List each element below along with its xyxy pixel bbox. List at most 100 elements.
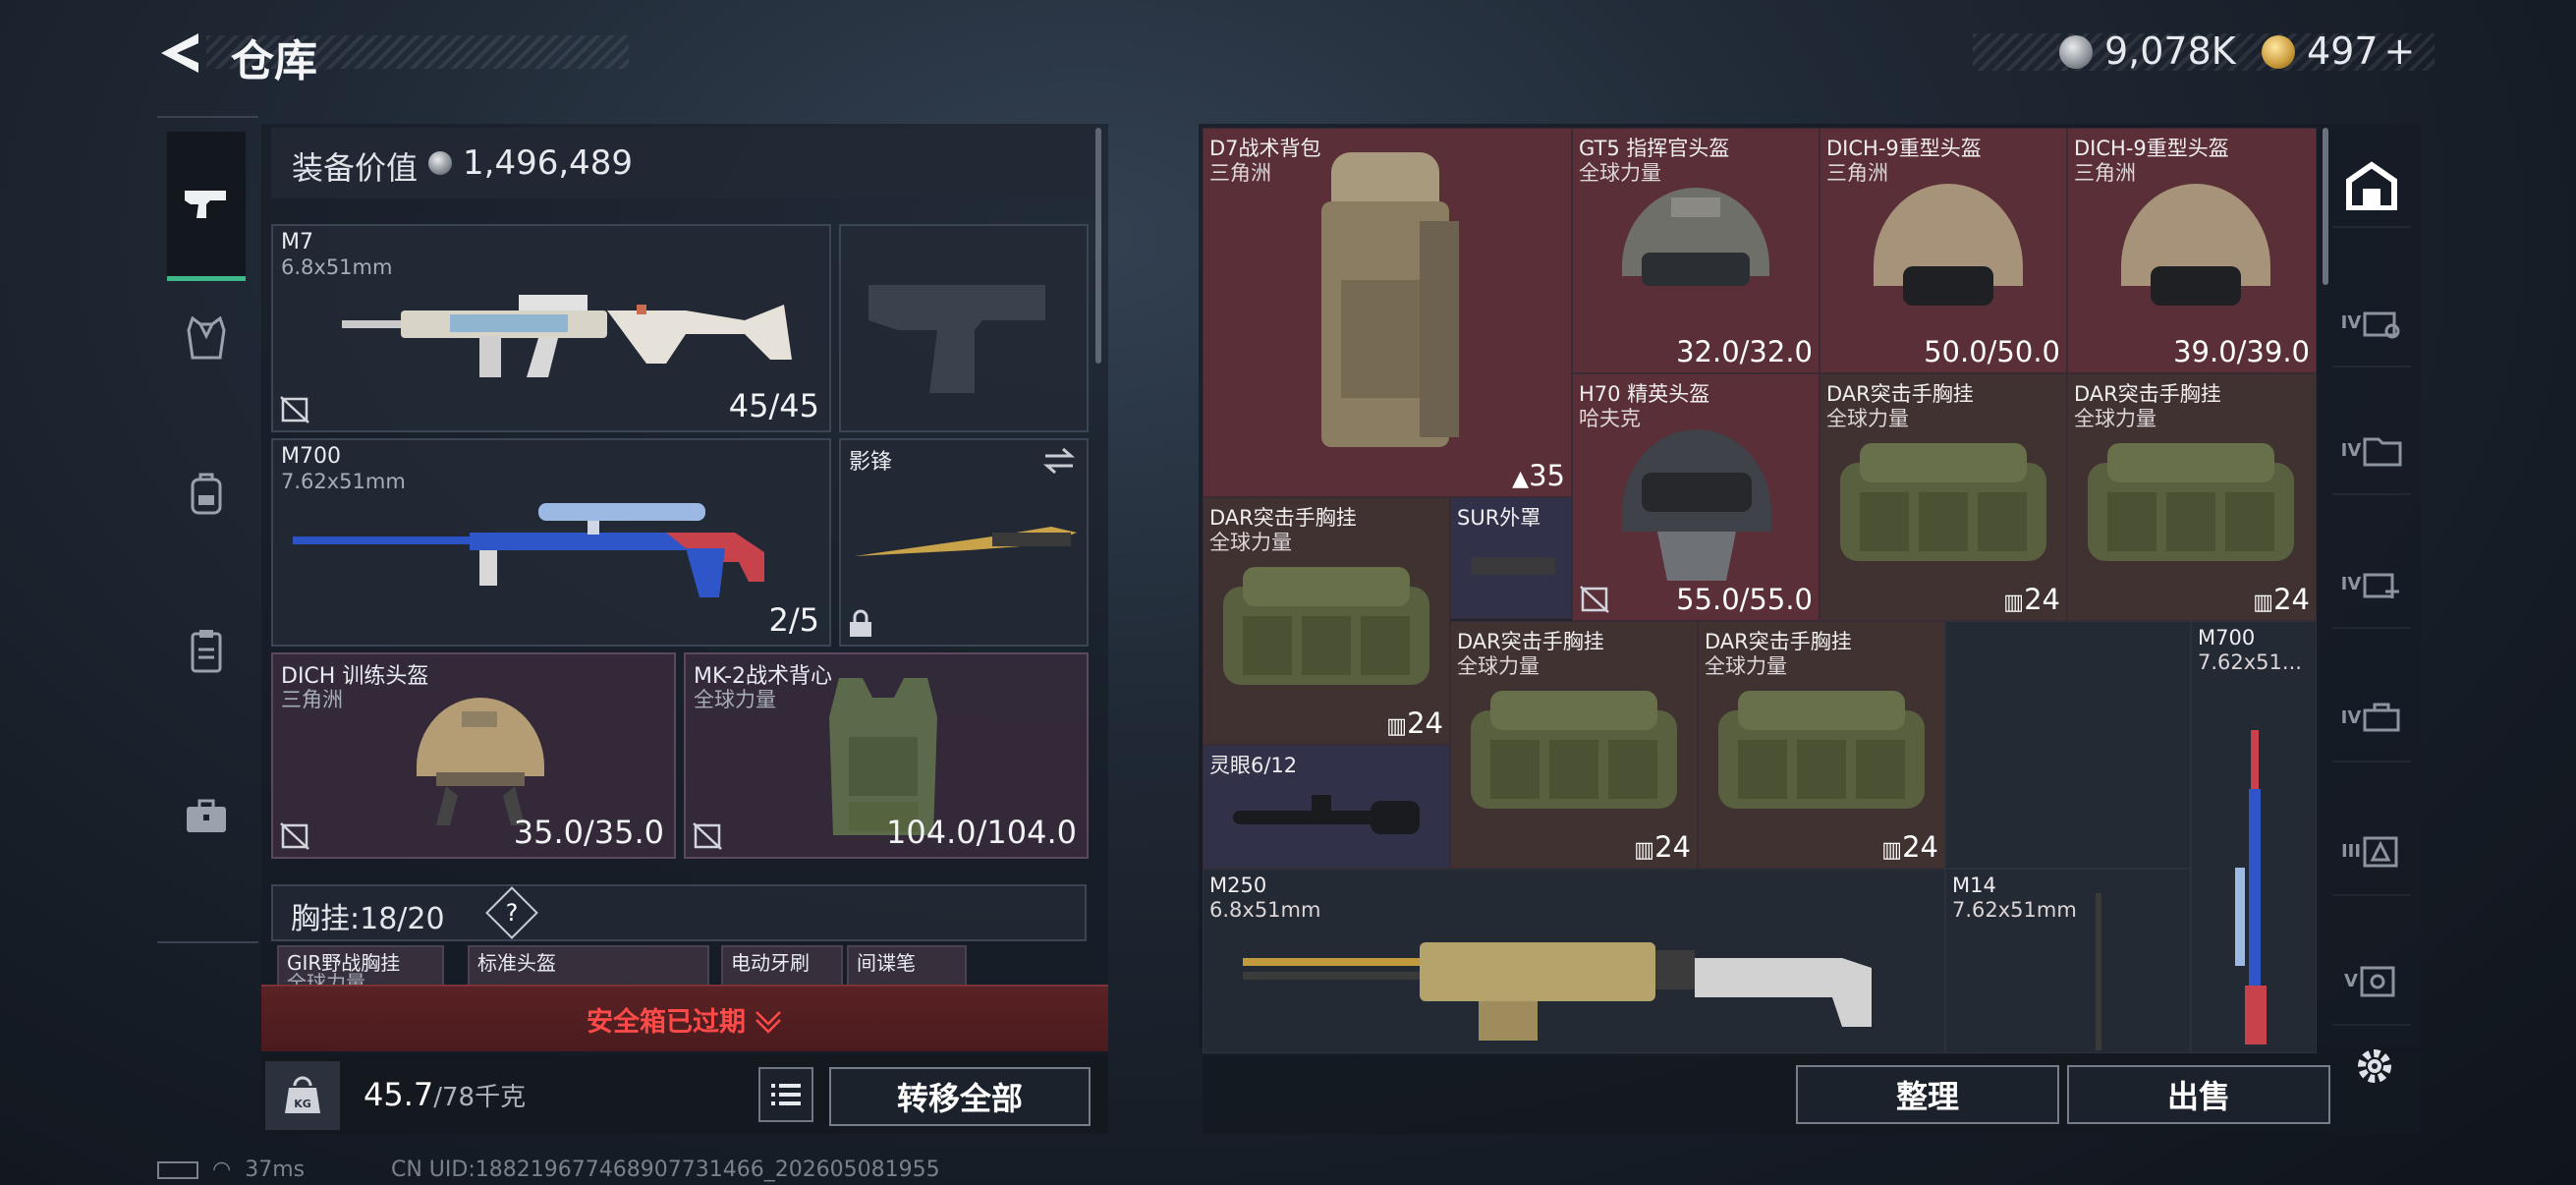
stash-item[interactable]: M14 7.62x51mm — [1945, 869, 2191, 1053]
silver-amount: 9,078K — [2104, 29, 2236, 73]
stash-scrollbar[interactable] — [2323, 128, 2328, 285]
rig-label: 胸挂: — [291, 902, 361, 936]
case-icon: IV — [2341, 701, 2403, 734]
stash-item[interactable]: SUR外罩 — [1450, 497, 1572, 619]
sell-button[interactable]: 出售 — [2067, 1065, 2330, 1124]
item-slots: ▥24 — [1634, 830, 1691, 864]
helmet-durability: 35.0/35.0 — [513, 814, 664, 851]
gold-coin-icon — [2262, 35, 2295, 69]
no-insurance-icon — [279, 821, 310, 851]
chevron-down-icon[interactable] — [753, 1006, 784, 1036]
stash-item[interactable]: M250 6.8x51mm — [1203, 869, 1945, 1053]
slot-secondary-weapon[interactable]: M700 7.62x51mm 2/5 — [271, 438, 831, 647]
clipboard-icon — [189, 628, 224, 673]
weapon-name: M7 — [281, 230, 313, 254]
stash-item[interactable]: D7战术背包 三角洲 ▲35 — [1203, 128, 1572, 497]
equipment-category-nav — [157, 116, 258, 943]
armor-brand: 全球力量 — [694, 688, 776, 711]
stash-item[interactable]: DAR突击手胸挂 全球力量 ▥24 — [1450, 621, 1698, 869]
rig-item[interactable]: GIR野战胸挂 全球力量 — [277, 945, 444, 988]
sort-button[interactable]: 整理 — [1796, 1065, 2059, 1124]
settings-gear-icon[interactable] — [2352, 1044, 2397, 1089]
slot-sidearm-empty[interactable] — [839, 224, 1089, 432]
item-name: M14 — [1952, 874, 1996, 897]
slot-melee[interactable]: 影锋 — [839, 438, 1089, 647]
stash-item[interactable]: GT5 指挥官头盔 全球力量 32.0/32.0 — [1572, 128, 1820, 373]
stash-item[interactable]: M700 7.62x51... — [2191, 621, 2317, 1053]
stash-grid: D7战术背包 三角洲 ▲35 GT5 指挥官头盔 全球力量 32.0/32.0 … — [1203, 128, 2317, 1053]
stash-tab-2[interactable]: IV — [2332, 279, 2411, 367]
rig-used: 18 — [360, 902, 398, 936]
no-insurance-icon — [279, 395, 310, 424]
stash-tab-7[interactable]: V — [2332, 937, 2411, 1026]
stash-tab-3[interactable]: IV — [2332, 407, 2411, 495]
swap-icon[interactable] — [1041, 446, 1077, 476]
rig-item[interactable]: 间谍笔 — [847, 945, 967, 988]
rifle-m700-image — [293, 503, 764, 597]
helmet-image — [1622, 429, 1771, 581]
stash-item[interactable]: DAR突击手胸挂 全球力量 ▥24 — [1820, 373, 2067, 621]
triangle-box-icon: III — [2341, 834, 2402, 868]
svg-text:KG: KG — [294, 1098, 311, 1110]
stash-tab-6[interactable]: III — [2332, 808, 2411, 896]
item-sub: 7.62x51mm — [1952, 898, 2077, 922]
back-arrow-icon[interactable] — [155, 29, 204, 77]
stash-tab-nav: IV IV IV IV III V — [2332, 138, 2411, 1081]
scrollbar[interactable] — [1095, 128, 1101, 364]
rig-item[interactable]: 电动牙刷 — [721, 945, 843, 988]
rig-item[interactable]: 标准头盔 — [468, 945, 709, 988]
silver-coin-icon — [2059, 35, 2093, 69]
rifle-m7-image — [342, 295, 792, 377]
ping: 37ms — [245, 1157, 306, 1182]
list-view-button[interactable] — [758, 1067, 813, 1122]
ammo-count: 2/5 — [768, 601, 820, 639]
nav-case[interactable] — [167, 776, 246, 855]
backpack-icon — [187, 472, 226, 515]
vest-icon: ▥ — [2253, 591, 2274, 615]
helmet-image — [1874, 184, 2023, 306]
nav-container[interactable] — [167, 611, 246, 690]
item-durability: 39.0/39.0 — [2173, 335, 2310, 368]
weight-icon: KG — [265, 1061, 340, 1130]
chest-rig-image — [2088, 443, 2294, 561]
gold-add-icon[interactable]: + — [2384, 29, 2416, 73]
battery-icon — [157, 1161, 198, 1179]
backpack-image — [1321, 152, 1459, 447]
melee-name: 影锋 — [849, 450, 893, 475]
cover-image — [1471, 557, 1555, 575]
vest-icon: ▥ — [1881, 838, 1903, 863]
stash-item[interactable]: H70 精英头盔 哈夫克 55.0/55.0 — [1572, 373, 1820, 621]
stash-item[interactable]: DICH-9重型头盔 三角洲 50.0/50.0 — [1820, 128, 2067, 373]
stash-tab-5[interactable]: IV — [2332, 674, 2411, 762]
no-insurance-icon — [1579, 585, 1610, 614]
nav-rig[interactable] — [167, 299, 246, 377]
slot-primary-weapon[interactable]: M7 6.8x51mm 45/45 — [271, 224, 831, 432]
equipment-value-label: 装备价值 — [292, 149, 419, 187]
stash-item[interactable]: DAR突击手胸挂 全球力量 ▥24 — [1698, 621, 1945, 869]
nav-weapons[interactable] — [167, 132, 246, 281]
safe-box-expired-text: 安全箱已过期 — [587, 1007, 746, 1038]
vest-icon: ▥ — [1386, 714, 1408, 739]
stash-tab-home[interactable] — [2332, 145, 2411, 228]
weight-value: 45.7/78千克 — [364, 1076, 526, 1113]
stash-tab-4[interactable]: IV — [2332, 540, 2411, 629]
nav-backpack[interactable] — [167, 454, 246, 533]
capacity-icon: ▲ — [1512, 467, 1530, 491]
stash-item[interactable]: 灵眼6/12 — [1203, 745, 1450, 869]
slot-armor[interactable]: MK-2战术背心 全球力量 104.0/104.0 — [684, 652, 1089, 859]
stash-item[interactable]: DAR突击手胸挂 全球力量 ▥24 — [2067, 373, 2317, 621]
slot-helmet[interactable]: DICH 训练头盔 三角洲 35.0/35.0 — [271, 652, 676, 859]
item-slots: ▥24 — [1386, 706, 1443, 740]
helmet-image — [2121, 184, 2270, 306]
gold-amount-wrap[interactable]: 497 + — [2307, 29, 2415, 73]
transfer-all-button[interactable]: 转移全部 — [829, 1067, 1091, 1126]
armor-durability: 104.0/104.0 — [886, 814, 1077, 851]
gold-amount: 497 — [2307, 29, 2379, 73]
rig-item-name: 标准头盔 — [477, 951, 556, 975]
helmet-image — [417, 698, 544, 825]
no-insurance-icon — [692, 821, 723, 851]
stash-empty-cell[interactable] — [1945, 621, 2191, 869]
stash-item[interactable]: DAR突击手胸挂 全球力量 ▥24 — [1203, 497, 1450, 745]
lock-icon — [847, 609, 878, 639]
stash-item[interactable]: DICH-9重型头盔 三角洲 39.0/39.0 — [2067, 128, 2317, 373]
